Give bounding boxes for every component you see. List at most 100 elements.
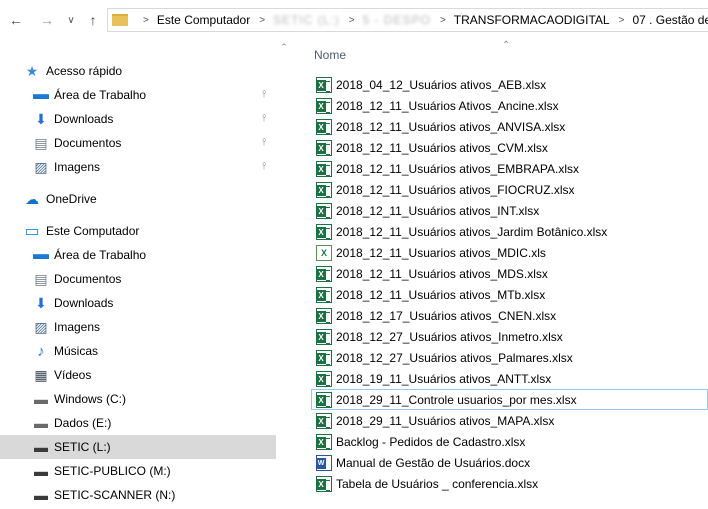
file-row[interactable]: 2018_12_27_Usuários ativos_Inmetro.xlsx bbox=[311, 326, 708, 347]
nav-item[interactable]: ▬ Windows (C:) bbox=[0, 387, 276, 411]
computer-icon: ▭ bbox=[24, 223, 40, 240]
chevron-right-icon[interactable]: > bbox=[349, 15, 355, 26]
file-row[interactable]: 2018_12_11_Usuários ativos_INT.xlsx bbox=[311, 200, 708, 221]
music-icon: ♪ bbox=[37, 342, 45, 360]
download-icon: ⬇ bbox=[35, 294, 47, 311]
file-row[interactable]: Tabela de Usuários _ conferencia.xlsx bbox=[311, 473, 708, 494]
file-name: Backlog - Pedidos de Cadastro.xlsx bbox=[336, 435, 526, 449]
nav-item[interactable]: ▦ Vídeos bbox=[0, 363, 276, 387]
file-row[interactable]: 2018_12_11_Usuários ativos_FIOCRUZ.xlsx bbox=[311, 179, 708, 200]
nav-item-label: Windows (C:) bbox=[54, 392, 127, 406]
recent-locations-chevron-icon[interactable]: ∨ bbox=[63, 9, 79, 31]
breadcrumb-setic-drive[interactable]: SETIC (L:) bbox=[273, 13, 340, 27]
breadcrumb-gestao-de-usuarios[interactable]: 07 . Gestão de Usuários bbox=[632, 13, 708, 27]
chevron-right-icon[interactable]: > bbox=[619, 15, 625, 26]
nav-item-label: Downloads bbox=[54, 296, 114, 310]
excel-file-icon bbox=[316, 77, 332, 93]
nav-item-label: Vídeos bbox=[54, 368, 92, 382]
breadcrumb-transformacaodigital[interactable]: TRANSFORMACAODIGITAL bbox=[454, 13, 610, 27]
nav-item[interactable]: ▤ Documentos ⫯ bbox=[0, 131, 276, 155]
nav-item-label: Imagens bbox=[54, 320, 101, 334]
nav-item-label: Documentos bbox=[54, 136, 122, 150]
nav-item[interactable]: ▬ Área de Trabalho ⫯ bbox=[0, 83, 276, 107]
excel-file-icon bbox=[316, 245, 332, 261]
nav-item[interactable]: ▬ SETIC (L:) bbox=[0, 435, 276, 459]
file-name: Manual de Gestão de Usuários.docx bbox=[336, 456, 531, 470]
file-row[interactable]: 2018_12_11_Usuários ativos_MDS.xlsx bbox=[311, 263, 708, 284]
excel-file-icon bbox=[316, 203, 332, 219]
file-row[interactable]: 2018_04_12_Usuários ativos_AEB.xlsx bbox=[311, 74, 708, 95]
up-arrow-icon[interactable]: ↑ bbox=[85, 9, 101, 31]
breadcrumb-este-computador[interactable]: Este Computador bbox=[157, 13, 250, 27]
pin-icon[interactable]: ⫯ bbox=[262, 113, 266, 124]
chevron-right-icon[interactable]: > bbox=[440, 15, 446, 26]
nav-item[interactable]: ⬇ Downloads ⫯ bbox=[0, 107, 276, 131]
desktop-icon: ▬ bbox=[33, 246, 49, 263]
file-row[interactable]: 2018_12_11_Usuários ativos_ANVISA.xlsx bbox=[311, 116, 708, 137]
desktop-icon: ▬ bbox=[33, 86, 49, 103]
file-row[interactable]: 2018_12_11_Usuários ativos_MTb.xlsx bbox=[311, 284, 708, 305]
nav-item[interactable]: ▬ SETIC-PUBLICO (M:) bbox=[0, 459, 276, 483]
file-list: ⌃ Nome 2018_04_12_Usuários ativos_AEB.xl… bbox=[306, 40, 708, 509]
file-name: 2018_19_11_Usuários ativos_ANTT.xlsx bbox=[336, 372, 552, 386]
file-row[interactable]: Backlog - Pedidos de Cadastro.xlsx bbox=[311, 431, 708, 452]
navigation-pane: ★ Acesso rápido ▬ Área de Trabalho ⫯ ⬇ Downloa… bbox=[0, 40, 276, 509]
nav-item-label: Downloads bbox=[54, 112, 114, 126]
document-icon: ▤ bbox=[34, 134, 48, 151]
excel-file-icon bbox=[316, 119, 332, 135]
nav-item-label: SETIC-PUBLICO (M:) bbox=[54, 464, 171, 478]
nav-item[interactable]: ▨ Imagens ⫯ bbox=[0, 155, 276, 179]
nav-item[interactable]: ☁ OneDrive bbox=[0, 187, 276, 211]
nav-item[interactable]: ▭ Este Computador bbox=[0, 219, 276, 243]
nav-item[interactable]: ▬ SETIC-SCANNER (N:) bbox=[0, 483, 276, 507]
nav-item[interactable]: ★ Acesso rápido bbox=[0, 59, 276, 83]
file-name: 2018_12_11_Usuários ativos_INT.xlsx bbox=[336, 204, 540, 218]
column-header-name[interactable]: Nome bbox=[314, 48, 346, 62]
download-icon: ⬇ bbox=[35, 110, 47, 127]
nav-item[interactable]: ▤ Documentos bbox=[0, 267, 276, 291]
pictures-icon: ▨ bbox=[34, 318, 48, 335]
file-row[interactable]: 2018_12_17_Usuários ativos_CNEN.xlsx bbox=[311, 305, 708, 326]
address-bar[interactable]: > Este Computador > SETIC (L:) > 5 - DES… bbox=[107, 8, 708, 32]
file-row[interactable]: 2018_12_27_Usuários ativos_Palmares.xlsx bbox=[311, 347, 708, 368]
nav-item-label: OneDrive bbox=[46, 192, 97, 206]
file-name: 2018_12_11_Usuários ativos_Jardim Botâni… bbox=[336, 225, 608, 239]
file-row[interactable]: 2018_12_11_Usuários ativos_CVM.xlsx bbox=[311, 137, 708, 158]
star-icon: ★ bbox=[25, 62, 39, 79]
nav-item-label: Acesso rápido bbox=[46, 64, 123, 78]
file-name: 2018_29_11_Usuários ativos_MAPA.xlsx bbox=[336, 414, 555, 428]
folder-icon bbox=[112, 14, 128, 26]
forward-arrow-icon[interactable]: → bbox=[39, 9, 55, 31]
file-row[interactable]: 2018_12_11_Usuários ativos_EMBRAPA.xlsx bbox=[311, 158, 708, 179]
nav-item[interactable]: ▬ Dados (E:) bbox=[0, 411, 276, 435]
excel-file-icon bbox=[316, 308, 332, 324]
nav-item[interactable]: ▨ Imagens bbox=[0, 315, 276, 339]
file-row[interactable]: 2018_29_11_Controle usuarios_por mes.xls… bbox=[311, 389, 708, 410]
pin-icon[interactable]: ⫯ bbox=[262, 161, 266, 172]
pin-icon[interactable]: ⫯ bbox=[262, 137, 266, 148]
back-arrow-icon[interactable]: ← bbox=[8, 9, 24, 31]
file-row[interactable]: Manual de Gestão de Usuários.docx bbox=[311, 452, 708, 473]
chevron-right-icon[interactable]: > bbox=[259, 15, 265, 26]
nav-item[interactable]: ▬ Área de Trabalho bbox=[0, 243, 276, 267]
nav-item[interactable]: ♪ Músicas bbox=[0, 339, 276, 363]
file-name: 2018_12_17_Usuários ativos_CNEN.xlsx bbox=[336, 309, 557, 323]
pane-splitter[interactable] bbox=[276, 40, 306, 509]
excel-file-icon bbox=[316, 350, 332, 366]
file-name: 2018_12_11_Usuários ativos_FIOCRUZ.xlsx bbox=[336, 183, 575, 197]
chevron-right-icon[interactable]: > bbox=[143, 15, 149, 26]
file-row[interactable]: 2018_29_11_Usuários ativos_MAPA.xlsx bbox=[311, 410, 708, 431]
file-row[interactable]: 2018_19_11_Usuários ativos_ANTT.xlsx bbox=[311, 368, 708, 389]
file-name: 2018_12_11_Usuários ativos_CVM.xlsx bbox=[336, 141, 548, 155]
scroll-up-chevron-icon[interactable]: ⌃ bbox=[277, 42, 291, 56]
excel-file-icon bbox=[316, 392, 332, 408]
cloud-icon: ☁ bbox=[25, 190, 39, 207]
excel-file-icon bbox=[316, 161, 332, 177]
file-name: 2018_12_11_Usuários ativos_ANVISA.xlsx bbox=[336, 120, 566, 134]
nav-item[interactable]: ⬇ Downloads bbox=[0, 291, 276, 315]
breadcrumb-despo[interactable]: 5 - DESPO bbox=[363, 13, 431, 27]
file-row[interactable]: 2018_12_11_Usuários Ativos_Ancine.xlsx bbox=[311, 95, 708, 116]
file-row[interactable]: 2018_12_11_Usuários ativos_Jardim Botâni… bbox=[311, 221, 708, 242]
file-row[interactable]: 2018_12_11_Usuarios ativos_MDIC.xls bbox=[311, 242, 708, 263]
pin-icon[interactable]: ⫯ bbox=[262, 89, 266, 100]
